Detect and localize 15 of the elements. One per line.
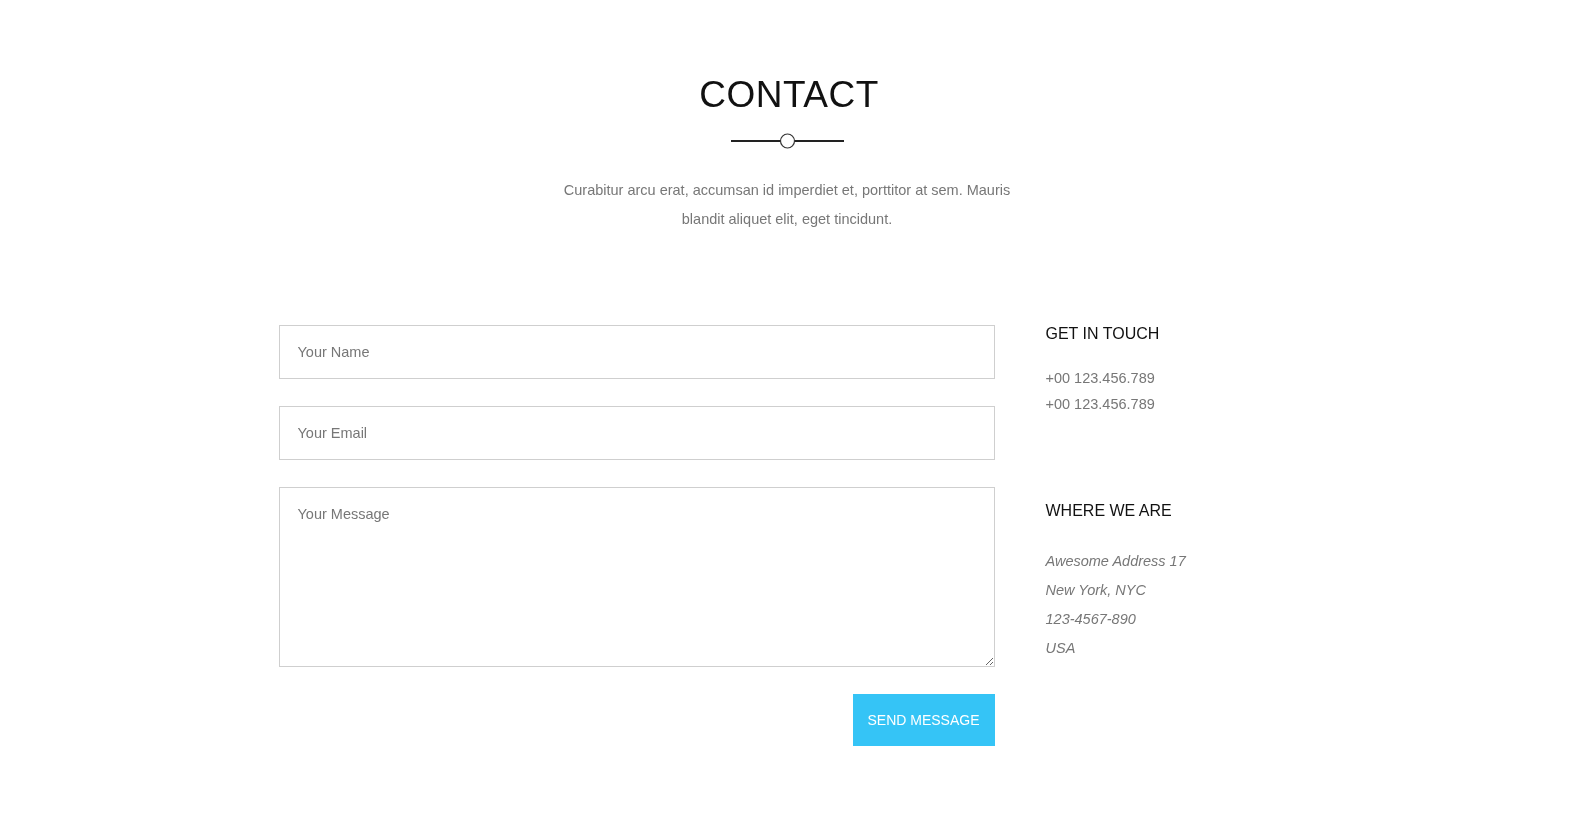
input-field[interactable]: Your Name [278,325,995,379]
address-line: 123-4567-890 [1045,610,1136,629]
divider-icon [730,133,844,149]
textarea-field[interactable]: Your Message [278,487,995,667]
input-field[interactable]: Your Email [278,406,995,460]
send-message-button[interactable]: SEND MESSAGE [852,694,995,746]
info-heading: GET IN TOUCH [1045,324,1160,344]
phone-number: +00 123.456.789 [1045,395,1155,414]
phone-number: +00 123.456.789 [1045,369,1155,388]
address-line: New York, NYC [1045,581,1146,600]
section-title: CONTACT [698,73,879,117]
address-line: USA [1045,639,1076,658]
address-line: Awesome Address 17 [1045,552,1186,571]
intro-text: Curabitur arcu erat, accumsan id imperdiet et, porttitor at sem. Mauris blandit aliquet elit, eget tincidunt. [562,181,1012,229]
info-heading: WHERE WE ARE [1045,501,1172,521]
